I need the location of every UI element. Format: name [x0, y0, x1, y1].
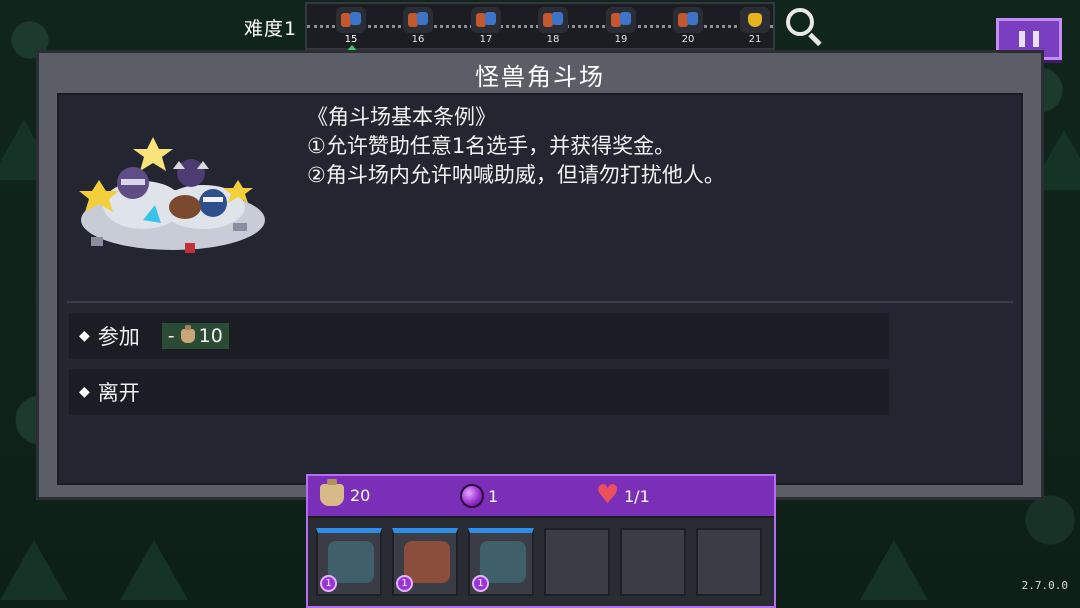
difficulty-label: 难度1: [244, 18, 298, 40]
entry-cost-badge: - 10: [161, 323, 229, 349]
resource-bar: 20 1 ♥ 1/1: [308, 476, 774, 516]
monster-slot-4[interactable]: [544, 528, 610, 596]
level-badge: 1: [396, 575, 413, 592]
monster-slots: 1 1 1: [308, 516, 774, 606]
coin-bag-icon: [180, 325, 195, 343]
stage-node-19[interactable]: 19: [603, 7, 639, 45]
stage-number: 20: [681, 34, 695, 45]
pause-icon: [1033, 31, 1039, 47]
inventory-panel: 20 1 ♥ 1/1 1 1 1: [306, 474, 776, 608]
coin-bag-icon: [320, 479, 344, 506]
monster-slot-3[interactable]: 1: [468, 528, 534, 596]
rule-1: ①允许赞助任意1名选手，并获得奖金。: [307, 134, 676, 158]
option-label: 离开: [97, 381, 140, 405]
forest-tree: [0, 540, 68, 600]
battle-icon: [673, 7, 703, 33]
option-label: 参加: [97, 325, 140, 349]
stage-number: 16: [411, 34, 425, 45]
version-label: 2.7.0.0: [1021, 579, 1068, 592]
monster-slot-2[interactable]: 1: [392, 528, 458, 596]
purple-orb-icon: [460, 484, 484, 508]
level-badge: 1: [320, 575, 337, 592]
monster-slot-5[interactable]: [620, 528, 686, 596]
option-bullet-icon: ◆: [79, 384, 90, 400]
gold-value: 20: [350, 485, 371, 505]
stage-number: 15: [344, 34, 358, 45]
divider: [67, 301, 1013, 303]
boar-monster-icon: [404, 541, 450, 583]
join-option-button[interactable]: ◆ 参加 - 10: [69, 313, 889, 359]
cost-sign: -: [167, 325, 175, 347]
gold-counter: 20: [320, 479, 371, 506]
stage-number: 17: [479, 34, 493, 45]
cost-value: 10: [198, 325, 223, 347]
battle-icon: [403, 7, 433, 33]
stage-node-20[interactable]: 20: [670, 7, 706, 45]
magnifier-icon: [786, 8, 814, 36]
gem-counter: 1: [460, 484, 498, 508]
arena-fight-illustration: [79, 137, 265, 253]
stage-node-17[interactable]: 17: [468, 7, 504, 45]
stage-number: 18: [546, 34, 560, 45]
pause-icon: [1019, 31, 1025, 47]
stage-number: 21: [748, 34, 762, 45]
stage-progress-bar: 15 16 17 18 19 20 21: [305, 2, 775, 52]
gem-value: 1: [488, 486, 499, 506]
stage-node-21[interactable]: 21: [737, 7, 773, 45]
stage-number: 19: [614, 34, 628, 45]
tree-stump-monster-icon: [480, 541, 526, 583]
rules-heading: 《角斗场基本条例》: [307, 105, 496, 129]
magnifier-handle: [808, 32, 822, 47]
forest-tree: [120, 540, 188, 600]
heart-counter: ♥ 1/1: [596, 480, 650, 510]
leave-option-button[interactable]: ◆ 离开: [69, 369, 889, 415]
event-panel: 怪兽角斗场 《角斗场基本条例》 ①允许赞助任意1名选手，并获得奖金。 ②角斗场内…: [36, 50, 1044, 500]
event-content: 《角斗场基本条例》 ①允许赞助任意1名选手，并获得奖金。 ②角斗场内允许呐喊助威…: [57, 93, 1023, 485]
option-bullet-icon: ◆: [79, 328, 90, 344]
stage-node-16[interactable]: 16: [400, 7, 436, 45]
monster-slot-1[interactable]: 1: [316, 528, 382, 596]
heart-value: 1/1: [624, 486, 650, 506]
stage-node-18[interactable]: 18: [535, 7, 571, 45]
rule-2: ②角斗场内允许呐喊助威，但请勿打扰他人。: [307, 163, 725, 187]
level-badge: 1: [472, 575, 489, 592]
heart-icon: ♥: [596, 480, 620, 510]
battle-icon: [606, 7, 636, 33]
tree-stump-monster-icon: [328, 541, 374, 583]
monster-slot-6[interactable]: [696, 528, 762, 596]
forest-tree: [860, 540, 928, 600]
stage-node-15[interactable]: 15: [333, 7, 369, 52]
event-title: 怪兽角斗场: [475, 63, 605, 91]
arena-rules: 《角斗场基本条例》 ①允许赞助任意1名选手，并获得奖金。 ②角斗场内允许呐喊助威…: [307, 103, 1007, 190]
battle-icon: [471, 7, 501, 33]
search-button[interactable]: [784, 6, 826, 48]
battle-icon: [336, 7, 366, 33]
battle-icon: [538, 7, 568, 33]
trophy-icon: [740, 7, 770, 33]
